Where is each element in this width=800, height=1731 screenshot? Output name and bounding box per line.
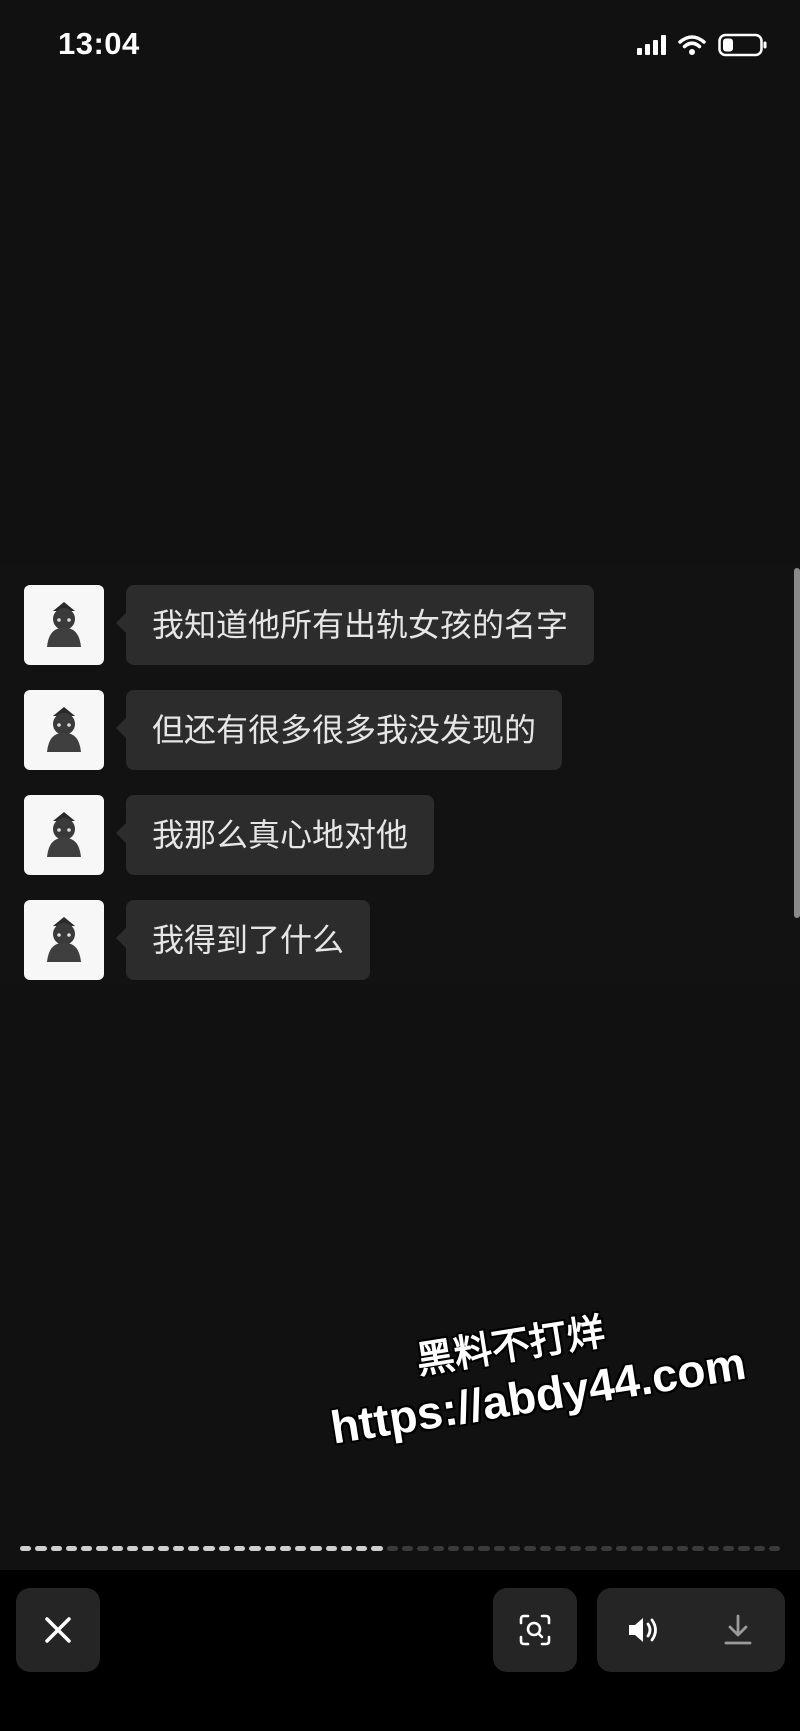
message-bubble: 但还有很多很多我没发现的 bbox=[115, 690, 563, 770]
progress-segment bbox=[753, 1546, 765, 1551]
cellular-signal-icon bbox=[637, 35, 666, 55]
scroll-indicator bbox=[794, 568, 800, 918]
progress-segment bbox=[188, 1546, 200, 1551]
progress-segment bbox=[707, 1546, 719, 1551]
progress-segment bbox=[249, 1546, 261, 1551]
progress-segment bbox=[371, 1546, 383, 1551]
progress-segment bbox=[126, 1546, 139, 1551]
status-icons bbox=[637, 33, 768, 57]
message-row: 我得到了什么 bbox=[24, 900, 371, 980]
watermark: 黑料不打烊 https://abdy44.com bbox=[318, 1273, 790, 1455]
message-row: 但还有很多很多我没发现的 bbox=[24, 690, 563, 770]
progress-segment bbox=[677, 1546, 689, 1551]
progress-segment bbox=[738, 1546, 750, 1551]
volume-icon bbox=[629, 1618, 657, 1642]
progress-segment bbox=[96, 1546, 108, 1551]
avatar bbox=[24, 690, 104, 770]
progress-segment bbox=[661, 1546, 674, 1551]
avatar bbox=[24, 585, 104, 665]
progress-segment bbox=[539, 1546, 551, 1551]
progress-segment bbox=[295, 1546, 307, 1551]
download-button[interactable] bbox=[708, 1600, 768, 1660]
avatar-icon bbox=[47, 917, 81, 962]
progress-segment bbox=[356, 1546, 368, 1551]
media-controls bbox=[597, 1588, 785, 1672]
message-bubble: 我那么真心地对他 bbox=[115, 795, 435, 875]
status-time: 13:04 bbox=[58, 26, 140, 61]
battery-icon bbox=[718, 33, 767, 57]
story-viewer: 13:04 我知道他所有出轨女孩的名字 但还有很多很多我没发现的 我那么真心地对… bbox=[0, 0, 800, 1731]
progress-segment bbox=[218, 1546, 230, 1551]
progress-segment bbox=[172, 1546, 185, 1551]
progress-segment bbox=[631, 1546, 643, 1551]
volume-button[interactable] bbox=[614, 1600, 674, 1660]
progress-segment bbox=[722, 1546, 735, 1551]
progress-segment bbox=[111, 1546, 123, 1551]
progress-segment bbox=[203, 1546, 215, 1551]
progress-segment bbox=[417, 1546, 429, 1551]
progress-segment bbox=[310, 1546, 322, 1551]
progress-segment bbox=[279, 1546, 292, 1551]
progress-segment bbox=[585, 1546, 597, 1551]
download-icon bbox=[724, 1614, 752, 1645]
progress-segment bbox=[402, 1546, 414, 1551]
progress-segment bbox=[157, 1546, 169, 1551]
close-button[interactable] bbox=[16, 1588, 100, 1672]
progress-segment bbox=[142, 1546, 154, 1551]
progress-segment bbox=[554, 1546, 567, 1551]
progress-segment bbox=[35, 1546, 47, 1551]
avatar bbox=[24, 795, 104, 875]
progress-segment bbox=[646, 1546, 658, 1551]
avatar-icon bbox=[47, 602, 81, 647]
progress-segment bbox=[20, 1546, 32, 1551]
scan-button[interactable] bbox=[493, 1588, 577, 1672]
message-bubble: 我得到了什么 bbox=[115, 900, 371, 980]
progress-segment bbox=[447, 1546, 460, 1551]
story-progress-bar bbox=[20, 1546, 781, 1552]
progress-segment bbox=[50, 1546, 62, 1551]
progress-segment bbox=[615, 1546, 628, 1551]
progress-segment bbox=[524, 1546, 536, 1551]
progress-segment bbox=[768, 1546, 781, 1551]
bottom-toolbar bbox=[0, 1570, 800, 1731]
avatar-icon bbox=[47, 707, 81, 752]
scan-search-icon bbox=[519, 1614, 551, 1646]
progress-segment bbox=[81, 1546, 93, 1551]
avatar-icon bbox=[47, 812, 81, 857]
progress-segment bbox=[692, 1546, 704, 1551]
progress-segment bbox=[386, 1546, 399, 1551]
progress-segment bbox=[233, 1546, 246, 1551]
progress-segment bbox=[493, 1546, 505, 1551]
progress-segment bbox=[325, 1546, 337, 1551]
progress-segment bbox=[340, 1546, 353, 1551]
progress-segment bbox=[264, 1546, 276, 1551]
message-row: 我那么真心地对他 bbox=[24, 795, 435, 875]
close-icon bbox=[45, 1617, 71, 1643]
avatar bbox=[24, 900, 104, 980]
progress-segment bbox=[509, 1546, 521, 1551]
message-row: 我知道他所有出轨女孩的名字 bbox=[24, 585, 595, 665]
progress-segment bbox=[478, 1546, 490, 1551]
progress-segment bbox=[432, 1546, 444, 1551]
progress-segment bbox=[463, 1546, 475, 1551]
progress-segment bbox=[65, 1546, 78, 1551]
message-bubble: 我知道他所有出轨女孩的名字 bbox=[115, 585, 595, 665]
progress-segment bbox=[600, 1546, 612, 1551]
wifi-icon bbox=[678, 35, 706, 55]
progress-segment bbox=[570, 1546, 582, 1551]
